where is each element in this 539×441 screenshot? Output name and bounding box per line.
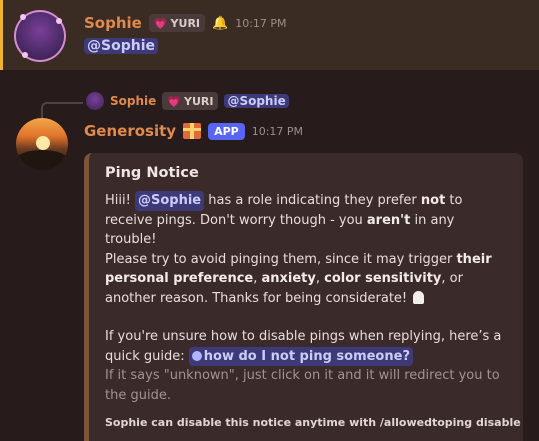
paragraph-2: Please try to avoid pinging them, since …	[105, 251, 492, 306]
role-tag-label: YURI	[170, 16, 201, 30]
paragraph-4: If it says "unknown", just click on it a…	[105, 368, 500, 403]
mention-highlight-bar	[0, 0, 3, 70]
gift-icon	[183, 123, 202, 139]
reply-role-tag: 💗 YURI	[162, 92, 219, 110]
speech-bubble-icon	[191, 350, 202, 361]
sparkle-icon	[20, 14, 26, 20]
reply-connector	[41, 102, 83, 118]
guide-link[interactable]: how do I not ping someone?	[188, 346, 413, 366]
sparkle-icon	[22, 52, 28, 58]
sparkle-icon	[56, 18, 62, 24]
role-tag-label: YURI	[183, 94, 214, 108]
avatar[interactable]	[14, 10, 66, 62]
reply-avatar	[86, 92, 104, 110]
user-mention[interactable]: @Sophie	[134, 191, 205, 211]
reply-mention: @Sophie	[224, 94, 289, 108]
paragraph-3: If you're unsure how to disable pings wh…	[105, 327, 509, 366]
author-name[interactable]: Sophie	[84, 14, 142, 32]
highlighted-message: Sophie 💗 YURI 🔔 10:17 PM @Sophie	[0, 0, 539, 70]
sunset-icon	[36, 136, 50, 150]
reply-preview[interactable]: Sophie 💗 YURI @Sophie	[86, 92, 289, 110]
ghost-emoji-icon	[413, 290, 425, 304]
paragraph-1: Hiii! @Sophie has a role indicating they…	[105, 191, 463, 247]
bot-name[interactable]: Generosity	[84, 122, 176, 140]
timestamp[interactable]: 10:17 PM	[252, 125, 303, 138]
app-badge: APP	[208, 122, 245, 140]
heart-icon: 💗	[167, 94, 181, 108]
embed-body: Hiii! @Sophie has a role indicating they…	[105, 191, 509, 405]
embed-card: Ping Notice Hiii! @Sophie has a role ind…	[84, 153, 523, 441]
heart-icon: 💗	[153, 16, 168, 30]
role-tag[interactable]: 💗 YURI	[148, 14, 206, 32]
embed-title: Ping Notice	[105, 165, 199, 181]
bot-avatar[interactable]	[16, 118, 68, 170]
timestamp[interactable]: 10:17 PM	[235, 17, 286, 30]
user-mention[interactable]: @Sophie	[84, 38, 158, 54]
reply-author: Sophie	[110, 94, 157, 108]
embed-footer: Sophie can disable this notice anytime w…	[105, 416, 521, 429]
bell-icon: 🔔	[212, 15, 229, 31]
